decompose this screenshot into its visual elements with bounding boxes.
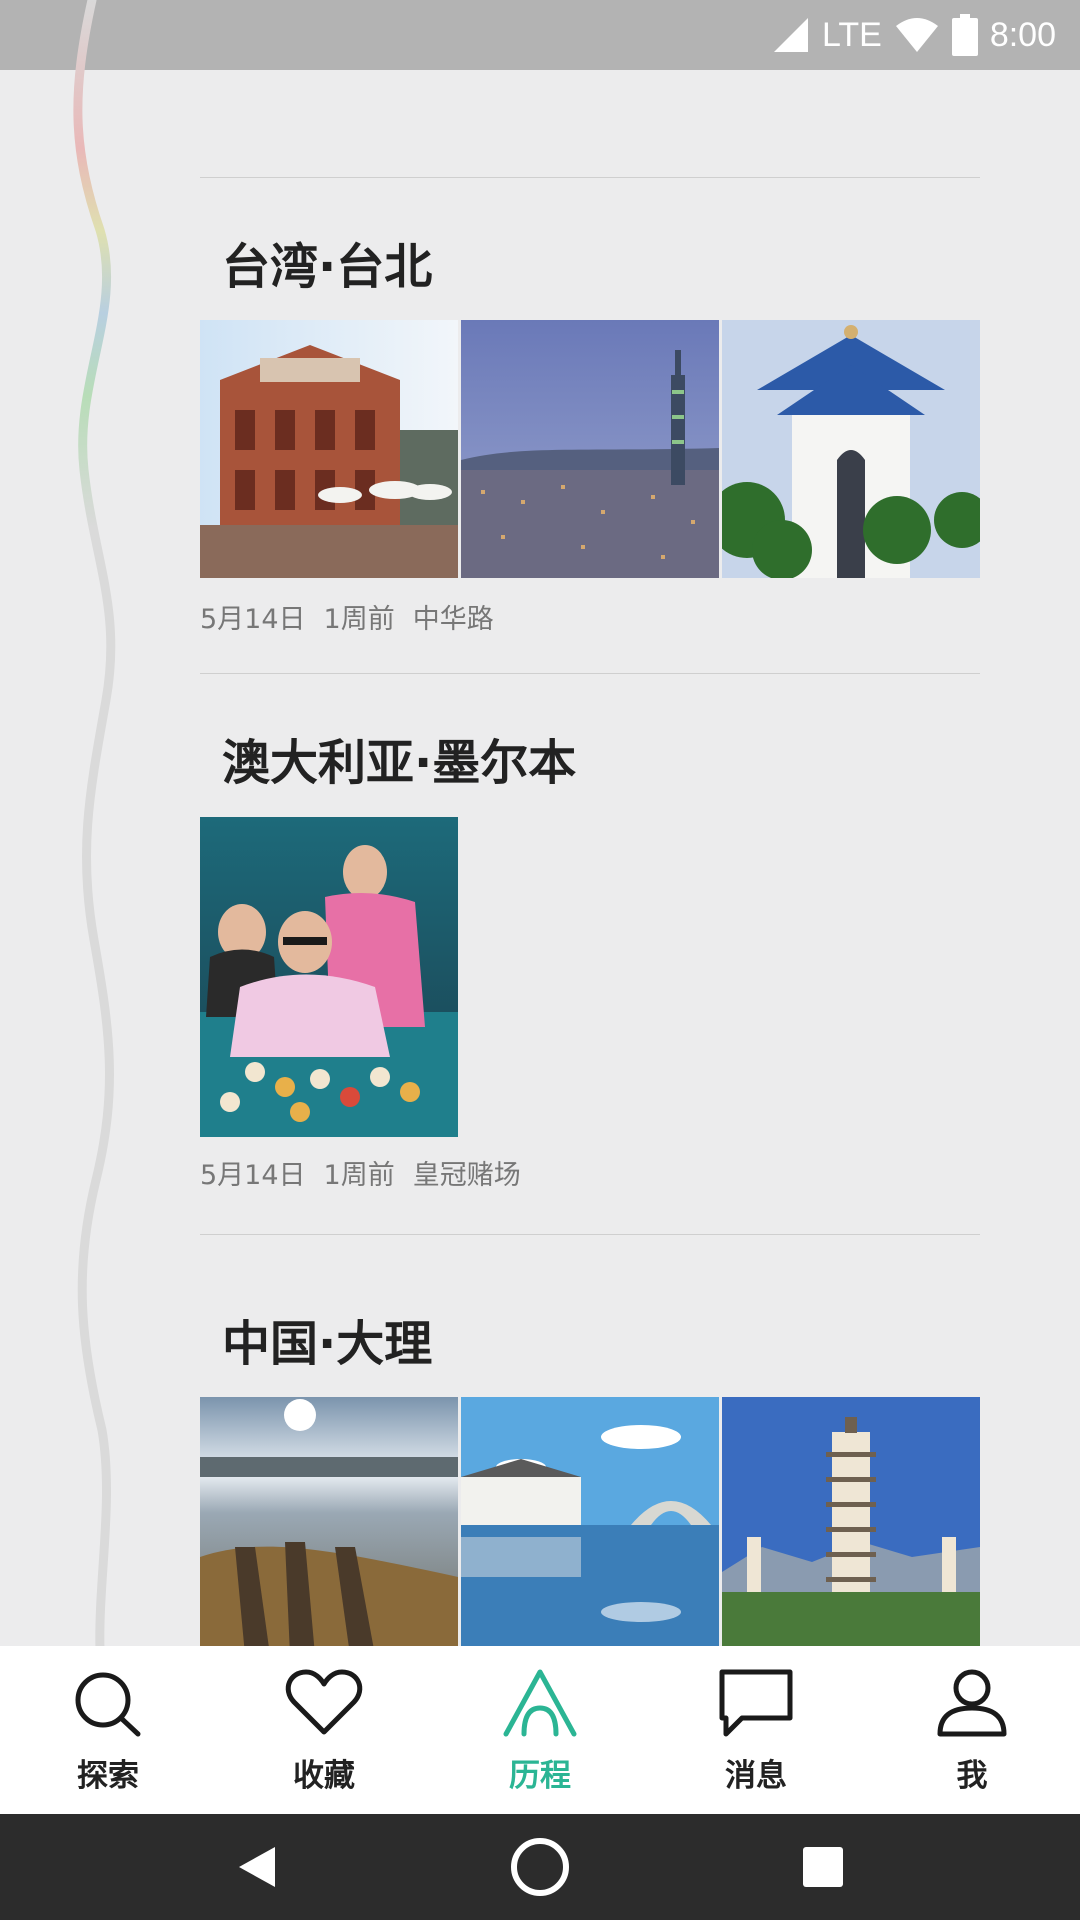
journey-icon xyxy=(503,1669,577,1737)
home-icon[interactable] xyxy=(509,1836,571,1898)
nav-label: 收藏 xyxy=(293,1758,355,1794)
lake-boats-photo[interactable] xyxy=(200,1397,458,1646)
trip-place: 中华路 xyxy=(412,604,494,635)
city-skyline-photo[interactable] xyxy=(461,320,719,578)
clock: 8:00 xyxy=(989,15,1056,54)
pagoda-photo[interactable] xyxy=(722,1397,980,1646)
water-town-reflection-photo[interactable] xyxy=(461,1397,719,1646)
nav-tab-journey[interactable]: 历程 xyxy=(432,1646,648,1814)
nav-label: 历程 xyxy=(509,1758,571,1794)
trip-divider xyxy=(200,1234,980,1235)
trip-date: 5月14日 xyxy=(200,604,306,635)
status-indicators: LTE 8:00 xyxy=(772,0,1056,70)
trip-title: 澳大利亚·墨尔本 xyxy=(222,735,577,791)
trip-photo-row xyxy=(200,320,980,578)
message-icon xyxy=(719,1669,793,1737)
memorial-hall-photo[interactable] xyxy=(722,320,980,578)
nav-tab-explore[interactable]: 探索 xyxy=(0,1646,216,1814)
trip-place: 皇冠赌场 xyxy=(412,1160,521,1191)
trip-photo-row xyxy=(200,817,458,1137)
profile-icon xyxy=(937,1669,1007,1737)
battery-icon xyxy=(951,14,978,56)
casino-table-photo[interactable] xyxy=(200,817,458,1137)
recents-icon[interactable] xyxy=(801,1845,845,1889)
red-brick-theater-photo[interactable] xyxy=(200,320,458,578)
back-icon[interactable] xyxy=(235,1843,279,1891)
nav-label: 消息 xyxy=(725,1758,787,1794)
trip-meta: 5月14日 1周前 皇冠赌场 xyxy=(200,1153,539,1192)
wifi-icon xyxy=(895,18,938,52)
trip-relative-time: 1周前 xyxy=(323,604,395,635)
nav-label: 我 xyxy=(956,1758,988,1794)
system-navigation-bar xyxy=(0,1814,1080,1920)
nav-label: 探索 xyxy=(77,1758,139,1794)
trip-relative-time: 1周前 xyxy=(323,1160,395,1191)
network-type: LTE xyxy=(821,15,882,54)
trip-divider xyxy=(200,673,980,674)
journey-timeline[interactable]: 台湾·台北 5月14日 1周前 中华路 澳大利亚·墨尔本 5月14日 1周前 皇… xyxy=(0,70,1080,1646)
nav-tab-messages[interactable]: 消息 xyxy=(648,1646,864,1814)
trip-card-taipei[interactable]: 台湾·台北 5月14日 1周前 中华路 xyxy=(200,177,980,635)
trip-photo-row xyxy=(200,1397,980,1646)
status-bar: LTE 8:00 xyxy=(0,0,1080,70)
trip-divider xyxy=(200,177,980,178)
trip-meta: 5月14日 1周前 中华路 xyxy=(200,597,512,636)
trip-date: 5月14日 xyxy=(200,1160,306,1191)
signal-icon xyxy=(773,18,808,52)
trip-title: 中国·大理 xyxy=(222,1316,433,1372)
bottom-navigation: 探索 收藏 历程 消息 我 xyxy=(0,1646,1080,1814)
trip-card-dali[interactable]: 中国·大理 xyxy=(200,1234,980,1646)
trip-card-melbourne[interactable]: 澳大利亚·墨尔本 5月14日 1周前 皇冠赌场 xyxy=(200,673,980,1191)
search-icon xyxy=(75,1672,141,1737)
heart-icon xyxy=(285,1669,363,1735)
trip-title: 台湾·台北 xyxy=(222,239,433,295)
nav-tab-favorites[interactable]: 收藏 xyxy=(216,1646,432,1814)
nav-tab-me[interactable]: 我 xyxy=(864,1646,1080,1814)
